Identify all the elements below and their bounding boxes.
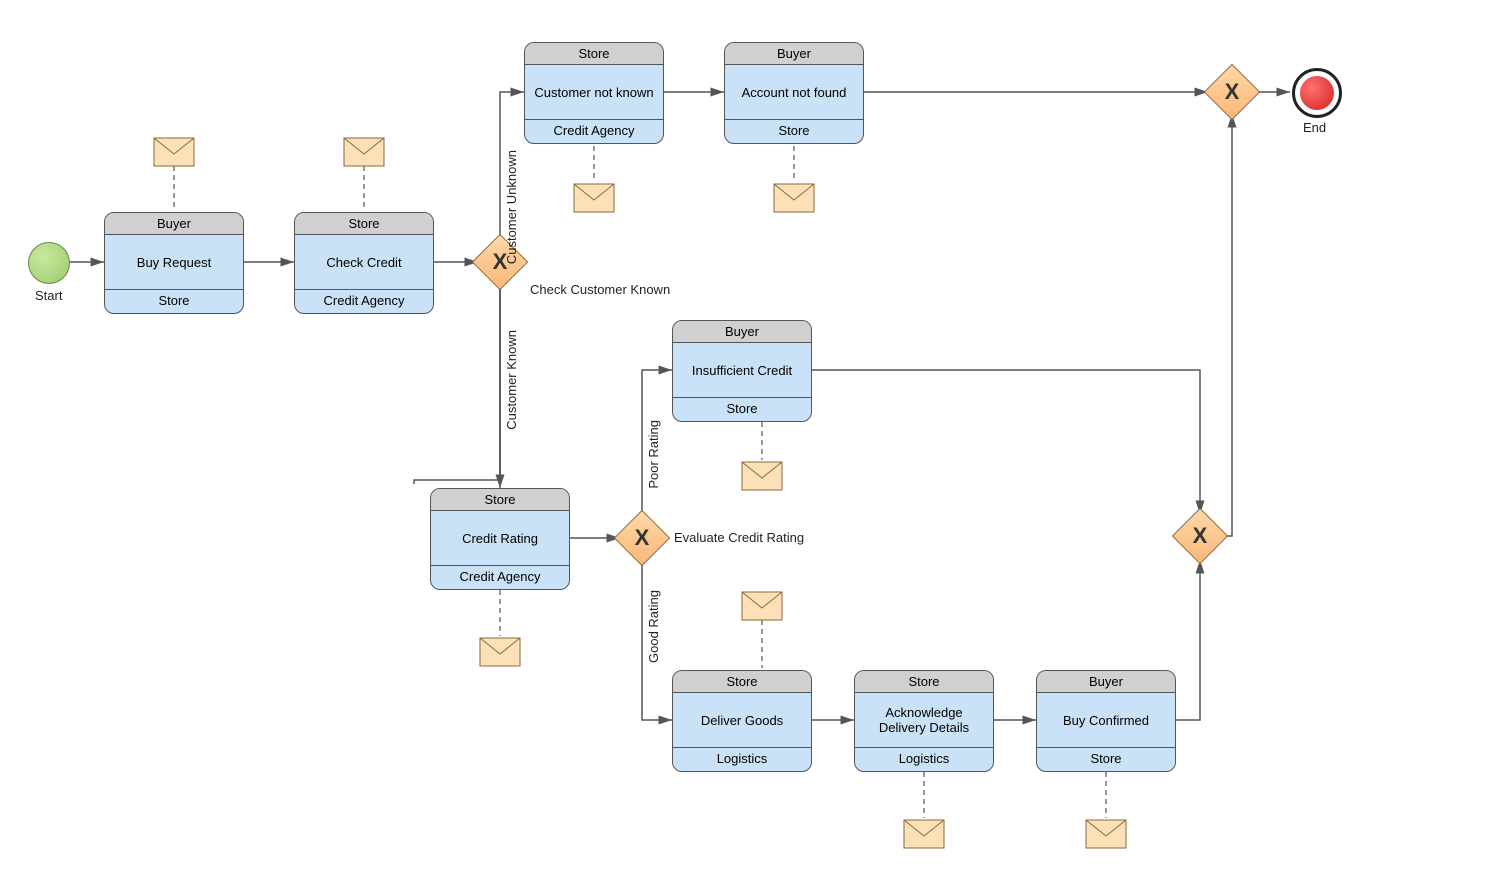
envelope-icon bbox=[904, 820, 944, 848]
task-insufficient-credit: Buyer Insufficient Credit Store bbox=[672, 320, 812, 422]
gateway-merge-mid: X bbox=[1180, 516, 1220, 556]
task-buy-confirmed: Buyer Buy Confirmed Store bbox=[1036, 670, 1176, 772]
envelope-icon bbox=[742, 592, 782, 620]
task-credit-rating: Store Credit Rating Credit Agency bbox=[430, 488, 570, 590]
envelope-icon bbox=[574, 184, 614, 212]
edge-poor-rating: Poor Rating bbox=[646, 420, 661, 489]
envelope-icon bbox=[1086, 820, 1126, 848]
gateway-evaluate-credit: X bbox=[622, 518, 662, 558]
gateway-merge-top: X bbox=[1212, 72, 1252, 112]
task-customer-not-known: Store Customer not known Credit Agency bbox=[524, 42, 664, 144]
task-buy-request: Buyer Buy Request Store bbox=[104, 212, 244, 314]
envelope-icon bbox=[344, 138, 384, 166]
gateway-check-customer-label: Check Customer Known bbox=[530, 282, 670, 297]
envelope-icon bbox=[480, 638, 520, 666]
end-event bbox=[1292, 68, 1342, 118]
envelope-icon bbox=[742, 462, 782, 490]
envelope-icon bbox=[774, 184, 814, 212]
start-label: Start bbox=[35, 288, 62, 303]
gateway-evaluate-credit-label: Evaluate Credit Rating bbox=[674, 530, 804, 545]
task-ack-delivery: Store Acknowledge Delivery Details Logis… bbox=[854, 670, 994, 772]
envelope-icon bbox=[154, 138, 194, 166]
task-account-not-found: Buyer Account not found Store bbox=[724, 42, 864, 144]
edge-customer-unknown: Customer Unknown bbox=[504, 150, 519, 264]
edge-good-rating: Good Rating bbox=[646, 590, 661, 663]
task-check-credit: Store Check Credit Credit Agency bbox=[294, 212, 434, 314]
end-label: End bbox=[1303, 120, 1326, 135]
start-event bbox=[28, 242, 70, 284]
edge-customer-known: Customer Known bbox=[504, 330, 519, 430]
task-deliver-goods: Store Deliver Goods Logistics bbox=[672, 670, 812, 772]
